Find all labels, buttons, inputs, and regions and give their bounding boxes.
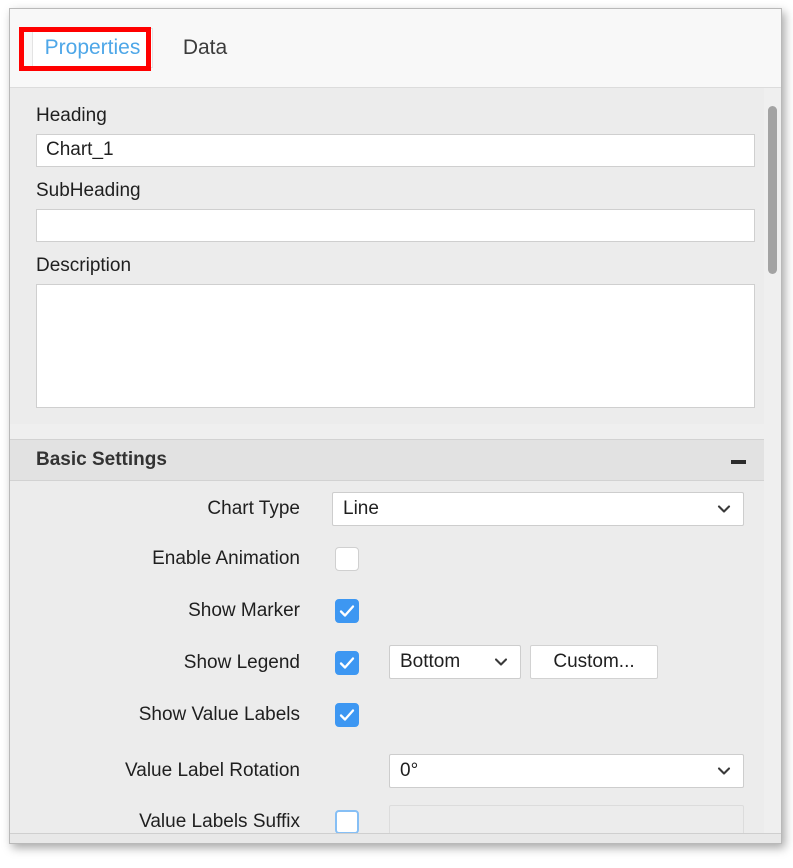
legend-custom-button[interactable]: Custom...: [530, 645, 658, 679]
tab-data-label: Data: [182, 36, 228, 59]
properties-scroll-area: Heading SubHeading Description Basic Set…: [10, 88, 781, 843]
description-label: Description: [36, 254, 132, 276]
description-textarea[interactable]: [36, 283, 755, 408]
show-marker-label: Show Marker: [188, 600, 300, 621]
value-label-rotation-label: Value Label Rotation: [125, 760, 300, 781]
minus-icon[interactable]: [731, 460, 746, 464]
show-legend-label: Show Legend: [183, 652, 300, 673]
subheading-input[interactable]: [36, 208, 755, 242]
chart-type-value: Line: [343, 498, 379, 519]
panel-bottom-edge: [10, 833, 781, 843]
row-show-marker: Show Marker: [10, 589, 764, 641]
chart-type-label: Chart Type: [207, 498, 300, 519]
tab-data[interactable]: Data: [162, 28, 248, 68]
basic-settings-title: Basic Settings: [36, 449, 167, 470]
value-labels-suffix-checkbox[interactable]: [335, 810, 359, 834]
legend-position-value: Bottom: [400, 651, 461, 672]
row-show-value-labels: Show Value Labels: [10, 693, 764, 745]
basic-settings-body: Chart Type Line Enable Animation Show Ma: [10, 481, 764, 843]
show-value-labels-label: Show Value Labels: [138, 704, 300, 725]
vertical-scrollbar[interactable]: [764, 88, 781, 843]
heading-input[interactable]: [36, 133, 755, 167]
legend-custom-button-label: Custom...: [553, 651, 635, 672]
value-label-rotation-value: 0°: [400, 760, 419, 781]
show-legend-checkbox[interactable]: [335, 651, 359, 675]
show-marker-checkbox[interactable]: [335, 599, 359, 623]
heading-label: Heading: [36, 105, 107, 126]
subheading-label: SubHeading: [36, 179, 141, 201]
scrollbar-thumb[interactable]: [768, 106, 777, 274]
tab-properties[interactable]: Properties: [32, 28, 153, 68]
chevron-down-icon: [493, 654, 509, 670]
value-label-rotation-select[interactable]: 0°: [389, 754, 744, 788]
chevron-down-icon: [716, 763, 732, 779]
general-fields-group: Heading SubHeading Description: [10, 88, 764, 424]
properties-panel-window: Properties Data Heading SubHeading Descr…: [9, 8, 782, 844]
chart-type-select[interactable]: Line: [332, 492, 744, 526]
tab-bar: Properties Data: [10, 9, 781, 88]
legend-position-select[interactable]: Bottom: [389, 645, 521, 679]
show-value-labels-checkbox[interactable]: [335, 703, 359, 727]
enable-animation-checkbox[interactable]: [335, 547, 359, 571]
basic-settings-header[interactable]: Basic Settings: [10, 439, 764, 481]
row-enable-animation: Enable Animation: [10, 537, 764, 589]
tab-properties-label: Properties: [44, 36, 141, 59]
enable-animation-label: Enable Animation: [152, 548, 300, 569]
row-chart-type: Chart Type Line: [10, 481, 764, 537]
row-value-label-rotation: Value Label Rotation 0°: [10, 745, 764, 799]
row-show-legend: Show Legend Bottom Custom...: [10, 641, 764, 693]
chevron-down-icon: [716, 501, 732, 517]
